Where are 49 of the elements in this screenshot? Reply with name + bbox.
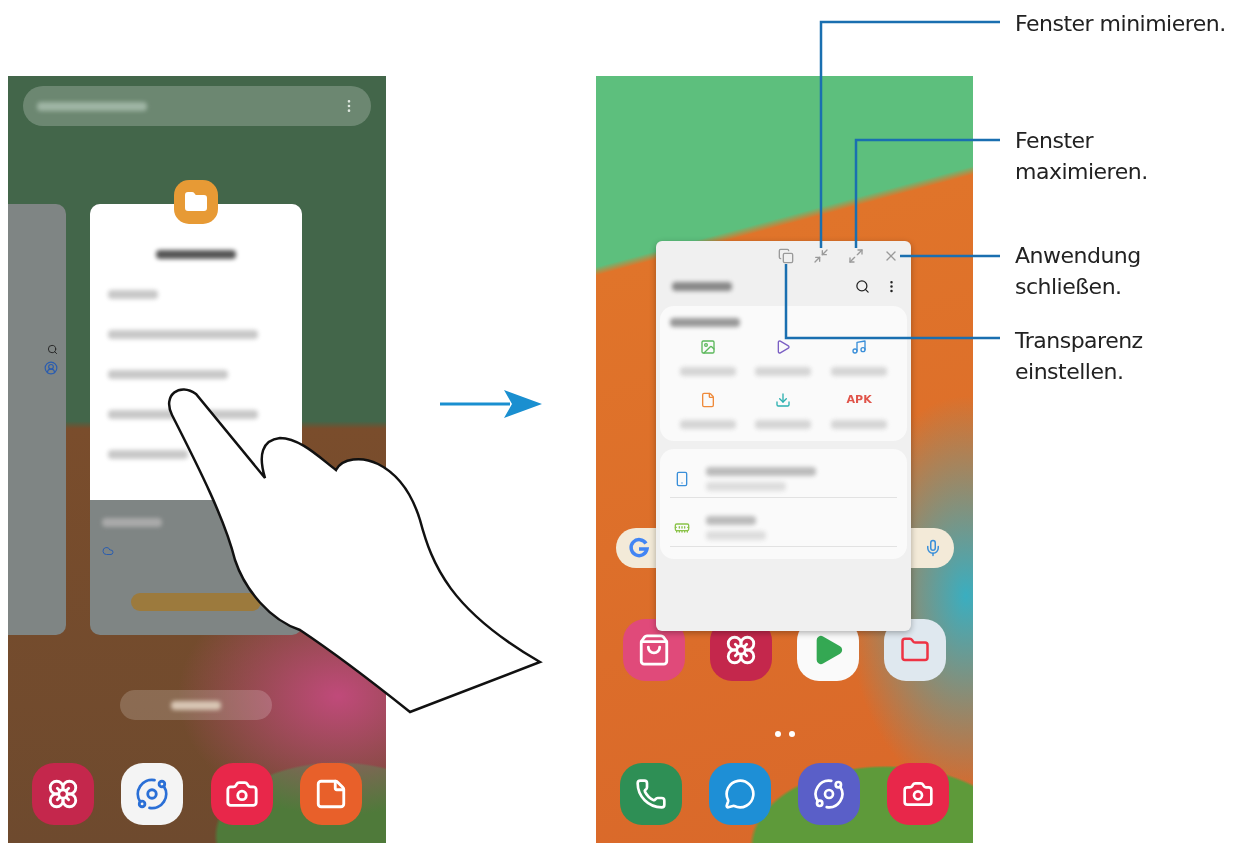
blurred-text	[679, 367, 736, 376]
page-dot	[774, 731, 781, 737]
minimize-icon[interactable]	[813, 248, 829, 264]
downloads-icon[interactable]	[775, 392, 792, 408]
search-icon	[47, 344, 58, 355]
cloud-icon	[102, 545, 114, 557]
search-bar[interactable]	[23, 86, 371, 126]
transparency-icon[interactable]	[778, 248, 794, 264]
page-dot	[788, 731, 795, 737]
phone-icon[interactable]	[619, 763, 682, 825]
blurred-text	[831, 420, 888, 429]
mic-icon[interactable]	[924, 539, 942, 557]
blurred-text	[755, 420, 812, 429]
documents-icon[interactable]	[699, 392, 716, 408]
camera-icon[interactable]	[210, 763, 273, 825]
blurred-text	[102, 518, 162, 527]
phone-storage-icon[interactable]	[674, 471, 690, 487]
category-label[interactable]: APK	[846, 392, 872, 408]
clear-all-button[interactable]	[120, 690, 272, 720]
right-arrow-icon	[440, 390, 542, 418]
flower-icon[interactable]	[31, 763, 94, 825]
profile-icon	[44, 361, 58, 375]
blurred-text	[706, 531, 766, 540]
blurred-text	[171, 700, 221, 710]
callout-label: Fenster maximieren.	[1015, 127, 1149, 186]
app-folder-icon[interactable]	[884, 619, 947, 681]
blurred-text	[670, 318, 740, 327]
shopping-bag-icon[interactable]	[622, 619, 685, 681]
videos-icon[interactable]	[775, 339, 792, 355]
callout-label: Transparenz einstellen.	[1015, 327, 1144, 386]
search-icon[interactable]	[855, 279, 870, 294]
blurred-text	[755, 367, 812, 376]
folder-icon[interactable]	[174, 180, 218, 224]
camera-icon[interactable]	[887, 763, 950, 825]
note-icon[interactable]	[300, 763, 363, 825]
images-icon[interactable]	[699, 339, 716, 355]
blurred-text	[672, 282, 732, 291]
sd-card-icon[interactable]	[674, 520, 690, 536]
blurred-text	[108, 290, 158, 299]
blurred-text	[679, 420, 736, 429]
callout-label: Anwendung schließen.	[1015, 242, 1142, 301]
blurred-text	[706, 516, 756, 525]
maximize-icon[interactable]	[848, 248, 864, 264]
audio-icon[interactable]	[851, 339, 868, 355]
callout-label: Fenster minimieren.	[1015, 10, 1226, 38]
letter-g-icon	[628, 537, 650, 559]
chat-icon[interactable]	[708, 763, 771, 825]
blurred-text	[831, 367, 888, 376]
planet-icon[interactable]	[798, 763, 861, 825]
